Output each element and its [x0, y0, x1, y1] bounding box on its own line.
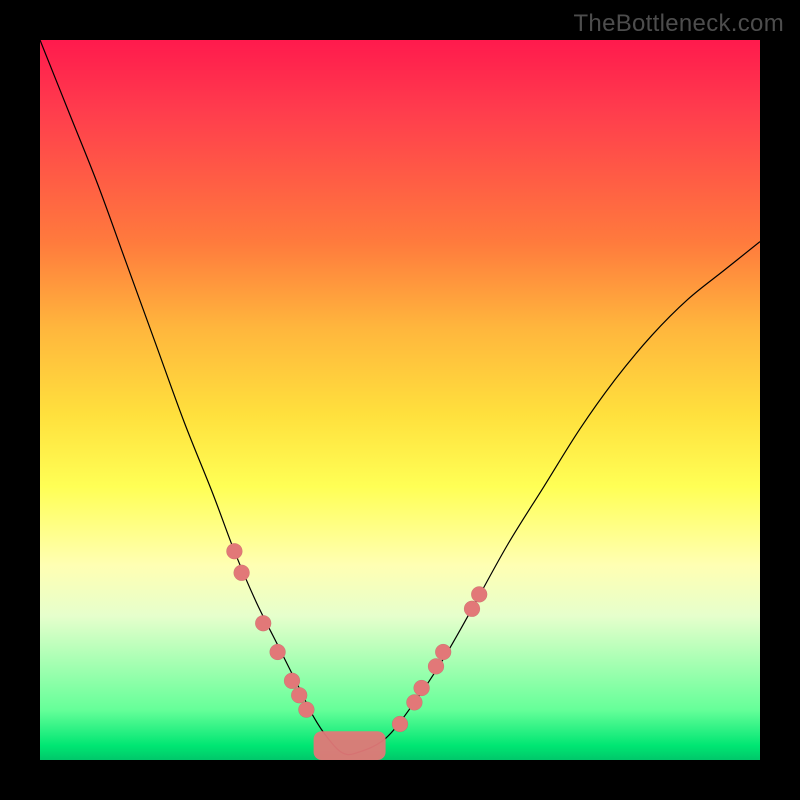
scatter-marker: [392, 716, 408, 732]
scatter-marker: [471, 586, 487, 602]
valley-band: [314, 731, 386, 760]
scatter-marker: [291, 687, 307, 703]
scatter-marker: [270, 644, 286, 660]
bottleneck-curve: [40, 40, 760, 755]
chart-frame: TheBottleneck.com: [0, 0, 800, 800]
scatter-marker: [464, 601, 480, 617]
scatter-marker: [298, 702, 314, 718]
scatter-marker: [428, 658, 444, 674]
plot-area: [40, 40, 760, 760]
scatter-marker: [255, 615, 271, 631]
chart-overlay: [40, 40, 760, 760]
scatter-marker: [406, 694, 422, 710]
scatter-marker: [414, 680, 430, 696]
markers-right-cluster: [392, 586, 487, 732]
scatter-marker: [226, 543, 242, 559]
scatter-marker: [234, 565, 250, 581]
watermark-text: TheBottleneck.com: [573, 10, 784, 38]
scatter-marker: [284, 673, 300, 689]
scatter-marker: [435, 644, 451, 660]
